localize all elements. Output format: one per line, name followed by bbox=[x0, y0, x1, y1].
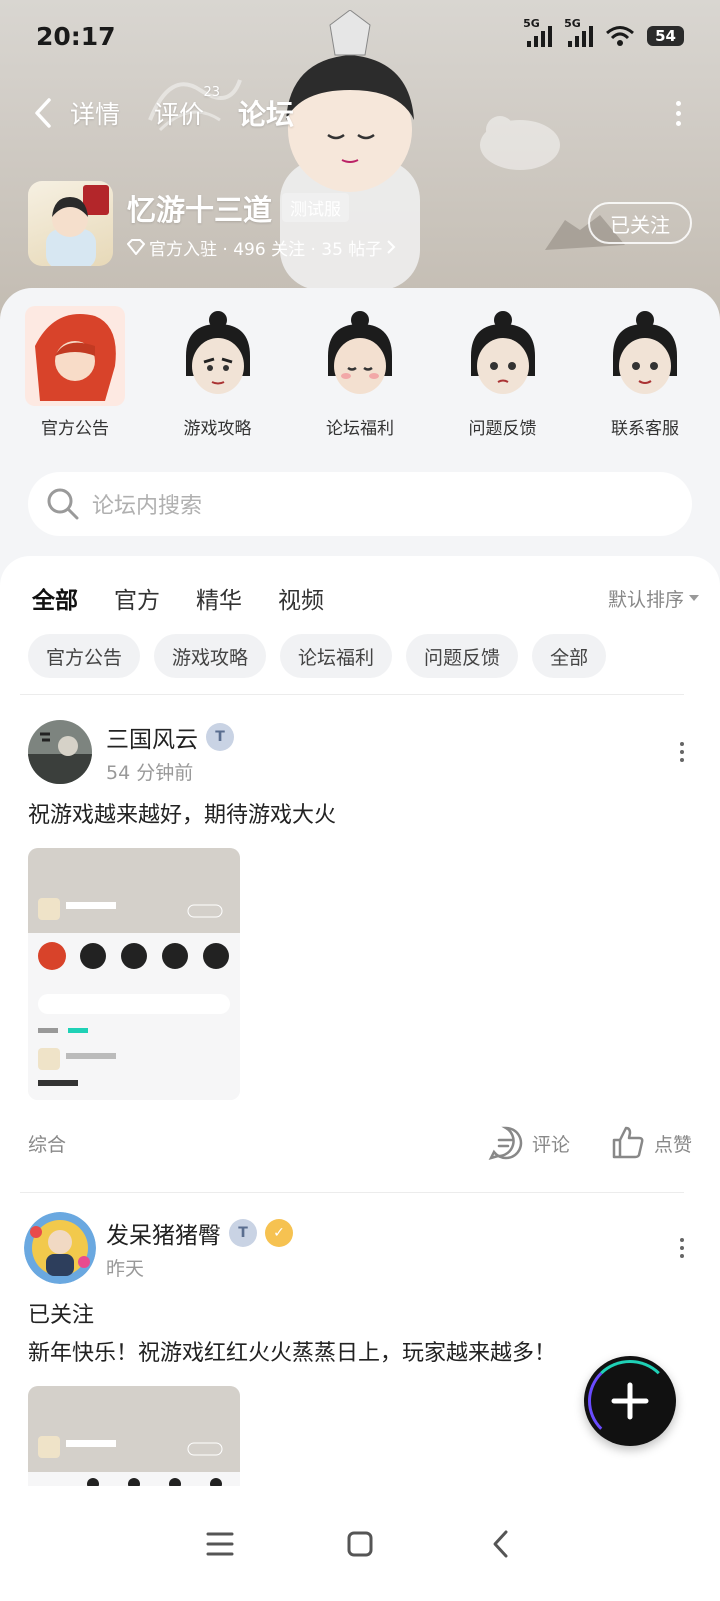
tab-details[interactable]: 详情 bbox=[70, 95, 120, 131]
post-followed-label: 已关注 bbox=[28, 1303, 95, 1328]
forum-panel: 官方公告 游戏攻略 论坛福利 问题反馈 联系客服 论坛内搜索 全部 官方 精华 … bbox=[0, 288, 720, 1538]
feedback-avatar bbox=[470, 311, 535, 394]
feed-tabs: 全部 官方 精华 视频 默认排序 bbox=[32, 578, 700, 618]
post-image-thumbnail[interactable] bbox=[28, 1386, 240, 1486]
cell-signal-icon: 5G bbox=[523, 17, 553, 47]
author-name[interactable]: 三国风云 bbox=[106, 720, 198, 754]
forum-search-bar[interactable]: 论坛内搜索 bbox=[28, 472, 692, 536]
user-level-badge-icon: T bbox=[206, 722, 234, 751]
post-more-icon[interactable] bbox=[672, 737, 692, 767]
system-navigation-bar bbox=[0, 1486, 720, 1601]
divider bbox=[20, 694, 684, 695]
divider bbox=[20, 1192, 684, 1193]
follow-button[interactable]: 已关注 bbox=[588, 202, 692, 244]
game-meta[interactable]: 官方入驻 · 496 关注 · 35 帖子 bbox=[127, 235, 396, 260]
top-navigation: 详情 评价 23 论坛 bbox=[28, 85, 690, 138]
chip-official-notice[interactable]: 官方公告 bbox=[28, 634, 141, 678]
feed-tab-video[interactable]: 视频 bbox=[278, 581, 324, 615]
post-text: 新年快乐！祝游戏红红火火蒸蒸日上，玩家越来越多！ bbox=[28, 1341, 557, 1366]
customer-service-avatar bbox=[613, 311, 677, 394]
forum-header: 20:17 5G 5G 54 详情 评价 23 论坛 忆游十三道 测试服 官方入… bbox=[0, 0, 720, 320]
plus-icon bbox=[611, 1382, 649, 1420]
post-category: 综合 bbox=[28, 1133, 67, 1156]
chip-game-guide[interactable]: 游戏攻略 bbox=[154, 634, 267, 678]
quick-link-customer-service[interactable]: 联系客服 bbox=[590, 306, 700, 439]
author-name[interactable]: 发呆猪猪臀 bbox=[106, 1216, 221, 1250]
post-card[interactable]: 三国风云 T 54 分钟前 祝游戏越来越好，期待游戏大火 综合 评论 点赞 bbox=[28, 720, 692, 1168]
post-card[interactable]: 发呆猪猪臀 T ✓ 昨天 已关注 新年快乐！祝游戏红红火火蒸蒸日上，玩家越来越多… bbox=[24, 1212, 692, 1486]
quick-link-feedback[interactable]: 问题反馈 bbox=[448, 306, 558, 439]
comment-icon bbox=[488, 1126, 523, 1160]
author-avatar[interactable] bbox=[28, 720, 92, 784]
feed-tab-official[interactable]: 官方 bbox=[114, 581, 160, 615]
thumbs-up-icon bbox=[612, 1126, 644, 1159]
chip-feedback[interactable]: 问题反馈 bbox=[406, 634, 519, 678]
diamond-icon bbox=[127, 239, 145, 255]
chevron-right-icon bbox=[387, 240, 396, 254]
quick-link-forum-welfare[interactable]: 论坛福利 bbox=[305, 306, 415, 439]
game-title: 忆游十三道 bbox=[127, 192, 273, 227]
chip-all[interactable]: 全部 bbox=[532, 634, 607, 678]
category-chips: 官方公告 游戏攻略 论坛福利 问题反馈 全部 bbox=[28, 634, 607, 678]
search-icon bbox=[47, 488, 79, 520]
caret-down-icon bbox=[689, 595, 699, 601]
status-bar: 20:17 5G 5G 54 bbox=[36, 17, 684, 54]
sort-dropdown[interactable]: 默认排序 bbox=[608, 585, 700, 612]
status-time: 20:17 bbox=[36, 21, 116, 51]
test-server-badge: 测试服 bbox=[282, 193, 350, 222]
tab-reviews[interactable]: 评价 23 bbox=[154, 85, 220, 131]
menu-icon[interactable] bbox=[200, 1524, 240, 1564]
post-time: 54 分钟前 bbox=[106, 761, 194, 784]
quick-links: 官方公告 游戏攻略 论坛福利 问题反馈 联系客服 bbox=[0, 288, 720, 439]
game-logo[interactable] bbox=[28, 180, 113, 266]
game-guide-avatar bbox=[185, 311, 250, 394]
more-options-icon[interactable] bbox=[666, 93, 690, 133]
user-level-badge-icon: T bbox=[229, 1218, 257, 1247]
game-stats: 官方入驻 · 496 关注 · 35 帖子 bbox=[149, 239, 383, 260]
game-info: 忆游十三道 测试服 官方入驻 · 496 关注 · 35 帖子 已关注 bbox=[28, 180, 692, 266]
feed-tab-all[interactable]: 全部 bbox=[32, 581, 78, 617]
tab-forum[interactable]: 论坛 bbox=[236, 93, 297, 133]
forum-welfare-avatar bbox=[328, 311, 392, 394]
battery-indicator: 54 bbox=[647, 26, 684, 46]
chip-forum-welfare[interactable]: 论坛福利 bbox=[280, 634, 393, 678]
back-icon[interactable] bbox=[28, 93, 58, 133]
post-more-icon[interactable] bbox=[672, 1233, 692, 1263]
create-post-button[interactable] bbox=[584, 1356, 676, 1446]
status-icons: 5G 5G 54 bbox=[523, 17, 684, 47]
quick-link-game-guide[interactable]: 游戏攻略 bbox=[163, 306, 273, 439]
post-image-thumbnail[interactable] bbox=[28, 848, 240, 1100]
like-button[interactable]: 点赞 bbox=[610, 1125, 692, 1161]
achievement-badge-icon: ✓ bbox=[265, 1218, 293, 1247]
wifi-icon bbox=[606, 26, 635, 46]
quick-link-official-notice[interactable]: 官方公告 bbox=[20, 306, 130, 439]
comment-button[interactable]: 评论 bbox=[488, 1125, 570, 1161]
author-avatar[interactable] bbox=[24, 1212, 96, 1284]
review-count-badge: 23 bbox=[203, 85, 221, 100]
official-notice-avatar bbox=[25, 306, 125, 406]
search-placeholder: 论坛内搜索 bbox=[92, 494, 203, 519]
game-text: 忆游十三道 测试服 官方入驻 · 496 关注 · 35 帖子 bbox=[127, 187, 396, 260]
home-icon[interactable] bbox=[340, 1524, 380, 1564]
cell-signal-icon: 5G bbox=[564, 17, 594, 47]
feed-tab-featured[interactable]: 精华 bbox=[196, 581, 242, 615]
post-text: 祝游戏越来越好，期待游戏大火 bbox=[28, 803, 337, 828]
post-time: 昨天 bbox=[106, 1257, 145, 1280]
back-nav-icon[interactable] bbox=[480, 1524, 520, 1564]
